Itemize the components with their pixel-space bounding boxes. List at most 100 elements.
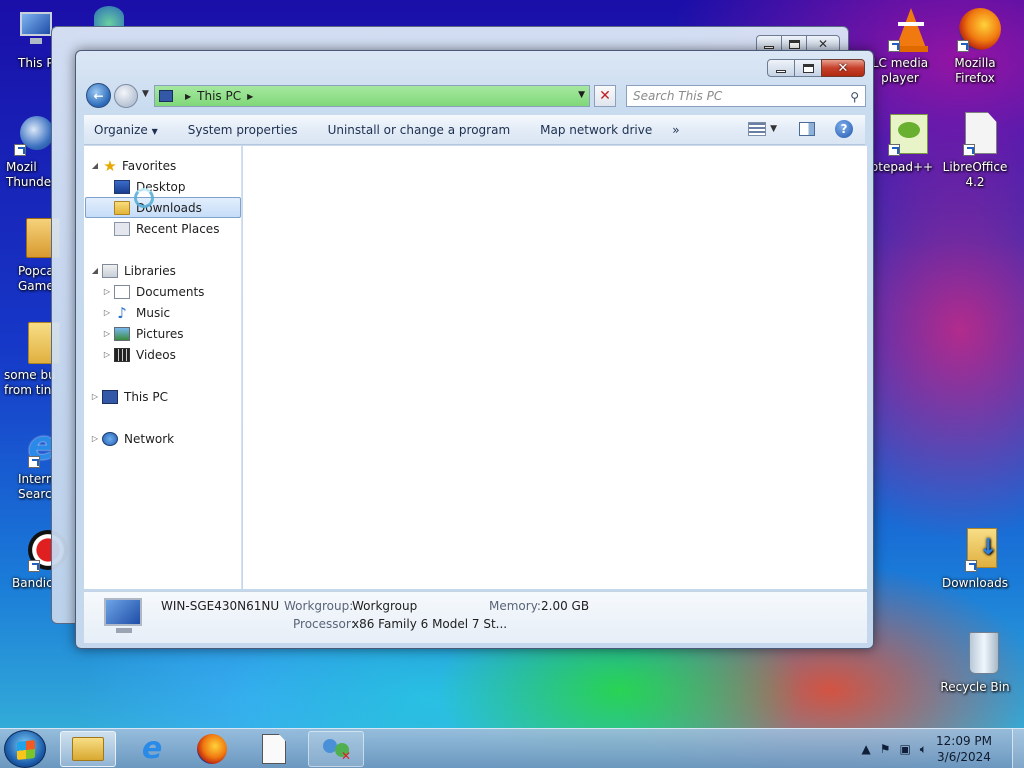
recent-pages-dropdown[interactable]: ▼ — [142, 89, 149, 99]
action-center-flag-icon[interactable]: ⚑ — [880, 742, 891, 756]
uninstall-program-button[interactable]: Uninstall or change a program — [328, 123, 511, 137]
maximize-icon — [788, 39, 800, 49]
blank-document-icon — [262, 734, 286, 764]
search-placeholder: Search This PC — [633, 89, 723, 103]
tree-item-videos[interactable]: ▷ Videos — [102, 344, 176, 365]
processor-label: Processor: — [293, 617, 355, 631]
network-globe-icon — [94, 6, 124, 28]
libreoffice-document-icon — [953, 112, 997, 156]
videos-film-icon — [114, 347, 130, 362]
notepadpp-icon — [876, 112, 928, 156]
explorer-window-this-pc[interactable]: ✕ ← ▼ ▶ This PC ▶ ▼ ✕ Search This PC ⚲ O… — [75, 50, 874, 649]
organize-button[interactable]: Organize ▼ — [94, 123, 158, 137]
navigation-bar: ← ▼ ▶ This PC ▶ ▼ ✕ Search This PC ⚲ — [84, 81, 866, 109]
back-button[interactable]: ← — [86, 83, 111, 108]
taskbar-document-button[interactable] — [246, 731, 302, 767]
shortcut-arrow-icon — [14, 144, 26, 156]
stop-button[interactable]: ✕ — [594, 85, 616, 107]
tree-item-documents[interactable]: ▷ Documents — [102, 281, 204, 302]
desktop-icon-downloads[interactable]: ↓ Downloads — [939, 528, 1011, 591]
navigation-pane: ◢ ★ Favorites Desktop Downloads Recent P… — [84, 146, 242, 589]
desktop-icon-libreoffice[interactable]: LibreOffice 4.2 — [939, 112, 1011, 190]
taskbar-network-setup-button[interactable]: ✕ — [308, 731, 364, 767]
expanded-triangle-icon[interactable]: ◢ — [90, 266, 100, 275]
taskbar-firefox-button[interactable] — [184, 731, 240, 767]
shortcut-arrow-icon — [28, 456, 40, 468]
address-location[interactable]: This PC — [197, 89, 241, 103]
collapsed-triangle-icon[interactable]: ▷ — [102, 308, 112, 317]
tree-label: Music — [136, 305, 171, 320]
tree-item-network[interactable]: ▷ Network — [90, 428, 174, 449]
tree-item-this-pc[interactable]: ▷ This PC — [90, 386, 168, 407]
tree-label: Favorites — [122, 158, 177, 173]
chevron-right-icon[interactable]: ▶ — [247, 92, 253, 101]
change-view-icon[interactable] — [748, 122, 767, 136]
tree-label: Recent Places — [136, 221, 220, 236]
tree-label: Libraries — [124, 263, 176, 278]
expanded-triangle-icon[interactable]: ◢ — [90, 161, 100, 170]
preview-pane-icon[interactable] — [799, 122, 815, 136]
forward-button[interactable] — [114, 84, 138, 108]
computer-icon — [102, 598, 144, 634]
show-desktop-button[interactable] — [1012, 729, 1024, 768]
back-arrow-icon: ← — [93, 88, 104, 103]
taskbar-internet-explorer-button[interactable]: e — [124, 731, 180, 767]
firefox-icon — [953, 8, 1001, 52]
vlc-cone-icon — [876, 8, 928, 52]
computer-icon — [159, 90, 173, 102]
search-input[interactable]: Search This PC ⚲ — [626, 85, 866, 107]
star-icon: ★ — [103, 156, 117, 175]
shortcut-arrow-icon — [888, 144, 900, 156]
taskbar-explorer-button[interactable] — [60, 731, 116, 767]
clock[interactable]: 12:09 PM 3/6/2024 — [936, 733, 992, 765]
chevron-right-icon[interactable]: ▶ — [185, 92, 191, 101]
computer-icon — [102, 389, 118, 404]
tree-item-libraries[interactable]: ◢ Libraries — [90, 260, 176, 281]
desktop-icon-firefox[interactable]: Mozilla Firefox — [939, 8, 1011, 86]
minimize-icon — [776, 69, 786, 73]
downloads-folder-icon: ↓ — [953, 528, 997, 572]
workgroup-label: Workgroup: — [284, 599, 354, 613]
volume-icon[interactable]: 🔈︎ — [920, 742, 927, 757]
collapsed-triangle-icon[interactable]: ▷ — [90, 392, 100, 401]
collapsed-triangle-icon[interactable]: ▷ — [102, 329, 112, 338]
collapsed-triangle-icon[interactable]: ▷ — [102, 350, 112, 359]
search-icon[interactable]: ⚲ — [850, 87, 859, 107]
recent-places-icon — [114, 221, 130, 236]
desktop-icon — [114, 179, 130, 194]
help-icon[interactable]: ? — [835, 120, 853, 138]
address-bar[interactable]: ▶ This PC ▶ ▼ — [154, 85, 590, 107]
tree-item-music[interactable]: ▷ ♪ Music — [102, 302, 170, 323]
minimize-button[interactable] — [767, 59, 795, 77]
tree-item-downloads[interactable]: Downloads — [85, 197, 241, 218]
busy-cursor-icon — [134, 188, 154, 208]
more-commands-button[interactable]: » — [672, 123, 679, 137]
address-dropdown-icon[interactable]: ▼ — [578, 90, 585, 100]
tree-item-pictures[interactable]: ▷ Pictures — [102, 323, 184, 344]
shortcut-arrow-icon — [888, 40, 900, 52]
close-icon: ✕ — [599, 88, 611, 104]
file-list-area[interactable] — [243, 146, 867, 589]
workgroup-value: Workgroup — [352, 599, 418, 613]
network-status-icon[interactable]: ▣ — [899, 742, 910, 756]
map-network-drive-button[interactable]: Map network drive — [540, 123, 652, 137]
organize-label: Organize — [94, 122, 148, 137]
internet-explorer-icon: e — [141, 731, 163, 766]
show-hidden-icons-icon[interactable]: ▲ — [861, 742, 870, 756]
details-pane: WIN-SGE430N61NU Workgroup: Workgroup Mem… — [84, 591, 867, 643]
collapsed-triangle-icon[interactable]: ▷ — [90, 434, 100, 443]
collapsed-triangle-icon[interactable]: ▷ — [102, 287, 112, 296]
tree-label: This PC — [124, 389, 168, 404]
tree-item-favorites[interactable]: ◢ ★ Favorites — [90, 155, 176, 176]
desktop-icon-recycle-bin[interactable]: Recycle Bin — [939, 632, 1011, 695]
close-button[interactable]: ✕ — [821, 59, 865, 77]
tree-item-recent-places[interactable]: Recent Places — [112, 218, 219, 239]
tree-label: Documents — [136, 284, 205, 299]
system-properties-button[interactable]: System properties — [188, 123, 298, 137]
start-button[interactable] — [4, 730, 46, 768]
view-options-dropdown[interactable]: ▼ — [770, 124, 777, 134]
tree-label: Videos — [136, 347, 176, 362]
shortcut-arrow-icon — [963, 144, 975, 156]
restore-button[interactable] — [794, 59, 822, 77]
music-note-icon: ♪ — [117, 303, 127, 322]
